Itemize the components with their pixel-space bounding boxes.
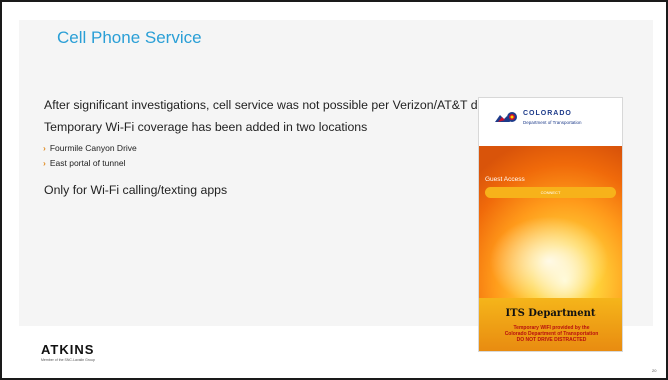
phone-screenshot: COLORADO Department of Transportation Gu…: [478, 97, 623, 352]
connect-button[interactable]: CONNECT: [485, 187, 616, 198]
sub-item-east-portal: › East portal of tunnel: [43, 158, 125, 168]
its-notice: Temporary WIFI provided by the Colorado …: [483, 325, 620, 343]
slide-frame: Cell Phone Service After significant inv…: [0, 0, 668, 380]
body-line-3: Only for Wi-Fi calling/texting apps: [44, 183, 228, 197]
atkins-logo: ATKINS: [41, 342, 95, 357]
atkins-tagline: Member of the SNC-Lavalin Group: [41, 358, 95, 362]
page-number: 20: [652, 368, 657, 373]
slide-title: Cell Phone Service: [57, 28, 202, 47]
logo-word: COLORADO: [523, 110, 572, 117]
guest-access-label: Guest Access: [485, 176, 525, 183]
body-line-2: Temporary Wi-Fi coverage has been added …: [44, 120, 368, 134]
sub-item-label: Fourmile Canyon Drive: [49, 143, 137, 153]
phone-header: COLORADO Department of Transportation: [479, 98, 622, 146]
chevron-right-icon: ›: [43, 143, 46, 153]
logo-dept: Department of Transportation: [523, 120, 582, 125]
its-title: ITS Department: [505, 308, 596, 319]
body-line-1: After significant investigations, cell s…: [44, 98, 544, 112]
colorado-logo-icon: [495, 112, 517, 122]
sub-item-fourmile: › Fourmile Canyon Drive: [43, 143, 137, 153]
chevron-right-icon: ›: [43, 158, 46, 168]
its-notice-line-3: DO NOT DRIVE DISTRACTED: [516, 337, 587, 343]
sub-item-label: East portal of tunnel: [49, 158, 126, 168]
